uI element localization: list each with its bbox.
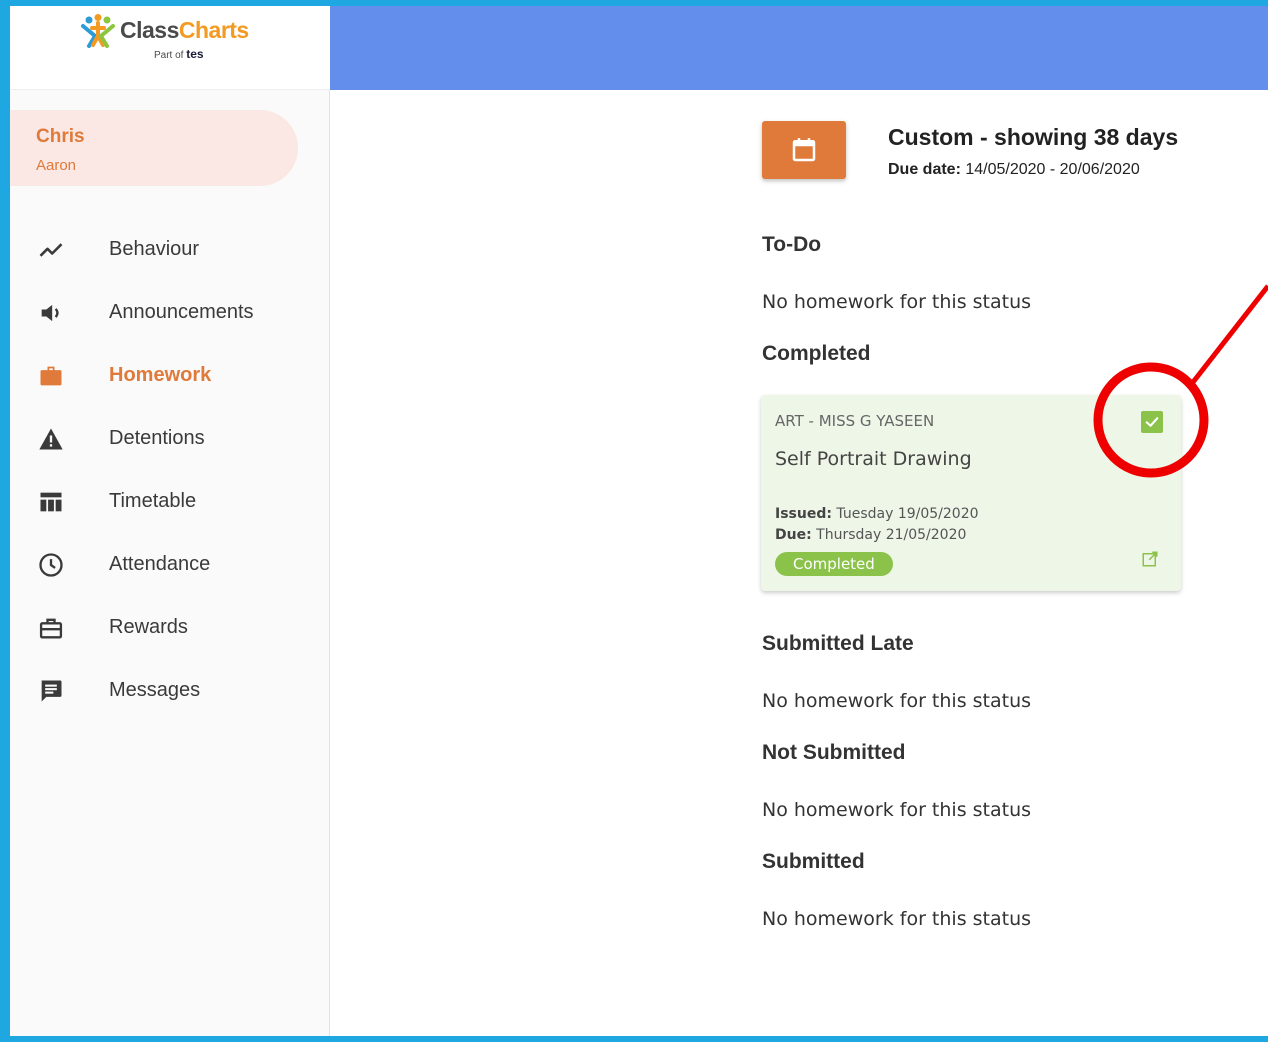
section-title-todo: To-Do [762,233,822,256]
sidebar-item-timetable[interactable]: Timetable [10,470,330,533]
main-content: Custom - showing 38 days Due date: 14/05… [330,90,1268,1036]
trend-line-icon [36,235,66,265]
sidebar-item-homework[interactable]: Homework [10,344,330,407]
sidebar-item-label: Homework [109,364,212,386]
sidebar-item-label: Detentions [109,427,205,449]
todo-empty-text: No homework for this status [762,291,1032,313]
homework-issued: Issued: Tuesday 19/05/2020 [775,506,979,522]
section-title-completed: Completed [762,342,871,365]
user-card[interactable]: Chris Aaron [10,110,298,186]
speaker-icon [36,298,66,328]
not-submitted-empty-text: No homework for this status [762,799,1032,821]
top-bar [330,6,1268,90]
section-title-not-submitted: Not Submitted [762,741,906,764]
briefcase-icon [36,361,66,391]
completed-checkbox[interactable] [1141,411,1163,433]
classcharts-figures-icon [81,14,115,48]
calendar-icon [792,138,816,162]
sidebar-item-detentions[interactable]: Detentions [10,407,330,470]
sidebar-nav: Behaviour Announcements Homework Detenti… [10,218,330,722]
warning-icon [36,424,66,454]
homework-subject: ART - MISS G YASEEN [775,412,935,430]
sidebar-item-attendance[interactable]: Attendance [10,533,330,596]
sidebar-item-announcements[interactable]: Announcements [10,281,330,344]
gift-icon [36,613,66,643]
message-icon [36,676,66,706]
sidebar-item-label: Behaviour [109,238,200,260]
sidebar: ClassCharts Part of tes Chris Aaron Beha… [10,6,330,1036]
logo-text: ClassCharts [120,17,249,43]
homework-title: Self Portrait Drawing [775,448,972,470]
section-title-submitted: Submitted [762,850,865,873]
sidebar-item-rewards[interactable]: Rewards [10,596,330,659]
sidebar-item-messages[interactable]: Messages [10,659,330,722]
due-date-range: Due date: 14/05/2020 - 20/06/2020 [888,161,1140,178]
sidebar-item-label: Timetable [109,490,197,512]
homework-card[interactable]: ART - MISS G YASEEN Self Portrait Drawin… [761,395,1181,591]
table-icon [36,487,66,517]
user-last-name: Aaron [36,157,77,174]
open-external-icon[interactable] [1141,550,1159,568]
date-range-title: Custom - showing 38 days [888,124,1179,150]
submitted-empty-text: No homework for this status [762,908,1032,930]
sidebar-item-label: Messages [109,679,201,701]
logo-area: ClassCharts Part of tes [10,6,330,90]
clock-icon [36,550,66,580]
checkmark-icon [1145,417,1159,427]
submitted-late-empty-text: No homework for this status [762,690,1032,712]
logo-subtitle: Part of tes [154,47,204,61]
user-first-name: Chris [36,126,85,147]
homework-due: Due: Thursday 21/05/2020 [775,527,967,543]
status-badge: Completed [775,552,893,576]
sidebar-item-behaviour[interactable]: Behaviour [10,218,330,281]
sidebar-item-label: Announcements [109,301,254,323]
date-range-button[interactable] [762,121,846,179]
sidebar-item-label: Rewards [109,616,188,638]
section-title-submitted-late: Submitted Late [762,632,914,655]
sidebar-item-label: Attendance [109,553,211,575]
